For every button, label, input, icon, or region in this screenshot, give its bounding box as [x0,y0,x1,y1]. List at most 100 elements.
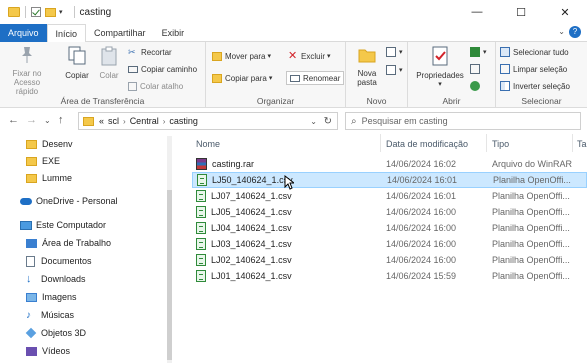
file-name-cell: LJ03_140624_1.csv [196,238,292,250]
nav-item-musicas[interactable]: ♪ Músicas [26,307,74,323]
breadcrumb-overflow[interactable]: « [99,116,104,126]
copy-path-button[interactable]: Copiar caminho [128,63,197,75]
folder-icon [8,7,20,17]
chevron-down-icon[interactable]: ⌄ [310,117,317,126]
breadcrumb-scl[interactable]: scl [108,116,119,126]
copy-to-button[interactable]: Copiar para ▾ [212,72,272,84]
nav-item-area-de-trabalho[interactable]: Área de Trabalho [26,235,111,251]
file-type: Planilha OpenOffi... [492,191,570,201]
breadcrumb-casting[interactable]: casting [169,116,198,126]
tab-exibir[interactable]: Exibir [154,24,193,42]
new-folder-quick-icon[interactable] [45,7,56,17]
back-arrow-icon[interactable]: ← [8,114,19,126]
new-item-button[interactable]: ▾ [386,46,403,58]
column-header-size[interactable]: Ta [577,136,587,152]
chevron-down-icon[interactable]: ⌄ [558,27,565,36]
column-divider[interactable] [572,134,573,152]
pin-quick-access-button[interactable]: Fixar no Acesso rápido [6,46,48,96]
easy-access-icon [386,65,396,75]
window-title: casting [79,6,112,18]
recent-chevron-icon[interactable]: ⌄ [44,116,51,125]
copy-folder-icon [212,73,222,83]
csv-icon [197,174,207,186]
tab-compartilhar[interactable]: Compartilhar [86,24,154,42]
paste-shortcut-button[interactable]: Colar atalho [128,80,183,92]
computer-icon [20,220,32,230]
close-button[interactable]: ✕ [543,0,587,24]
invert-selection-label: Inverter seleção [513,81,570,91]
mouse-cursor-icon [284,175,294,190]
table-row[interactable]: LJ07_140624_1.csv 14/06/2024 16:01 Plani… [192,188,587,204]
file-date: 14/06/2024 16:00 [386,223,457,233]
file-name: LJ03_140624_1.csv [211,239,292,249]
nav-item-downloads[interactable]: ↓ Downloads [26,271,86,287]
rar-icon [196,158,207,170]
table-row[interactable]: casting.rar 14/06/2024 16:02 Arquivo do … [192,156,587,172]
breadcrumb-central[interactable]: Central [130,116,159,126]
nav-item-exe[interactable]: EXE [26,153,60,169]
file-name: LJ01_140624_1.csv [211,271,292,281]
new-folder-button[interactable]: Nova pasta [352,46,382,87]
clear-selection-button[interactable]: Limpar seleção [500,63,567,75]
nav-item-onedrive[interactable]: OneDrive - Personal [20,193,118,209]
maximize-button[interactable]: ☐ [499,0,543,24]
table-row[interactable]: LJ01_140624_1.csv 14/06/2024 15:59 Plani… [192,268,587,284]
table-row[interactable]: LJ04_140624_1.csv 14/06/2024 16:00 Plani… [192,220,587,236]
forward-arrow-icon[interactable]: → [26,114,37,126]
file-name-cell: LJ05_140624_1.csv [196,206,292,218]
column-header-type[interactable]: Tipo [492,136,509,152]
file-list: Nome Data de modificação Tipo Ta casting… [172,132,587,363]
select-all-button[interactable]: Selecionar tudo [500,46,569,58]
copy-button[interactable]: Copiar [62,46,92,80]
help-icon[interactable]: ? [569,26,581,38]
chevron-right-icon[interactable]: › [123,117,126,126]
history-button[interactable] [470,80,483,92]
column-divider[interactable] [486,134,487,152]
rename-button[interactable]: Renomear [286,71,345,85]
file-date: 14/06/2024 16:00 [386,255,457,265]
up-arrow-icon[interactable]: ↑ [58,114,64,126]
chevron-down-icon: ▾ [399,49,403,56]
table-row[interactable]: LJ05_140624_1.csv 14/06/2024 16:00 Plani… [192,204,587,220]
nav-item-documentos[interactable]: Documentos [26,253,92,269]
delete-button[interactable]: ✕ Excluir ▾ [288,50,331,62]
chevron-down-icon: ▾ [268,75,273,82]
table-row[interactable]: LJ50_140624_1.csv 14/06/2024 16:01 Plani… [192,172,587,188]
easy-access-button[interactable]: ▾ [386,64,403,76]
open-button[interactable]: ▾ [470,46,487,58]
refresh-icon[interactable]: ↻ [324,116,332,127]
folder-icon [26,139,37,149]
nav-item-imagens[interactable]: Imagens [26,289,77,305]
search-box[interactable]: ⌕ Pesquisar em casting [345,112,581,130]
cut-button[interactable]: ✂ Recortar [128,46,172,58]
desktop-icon [26,238,37,248]
minimize-button[interactable]: — [455,0,499,24]
address-bar[interactable]: « scl › Central › casting ⌄ ↻ [78,112,338,130]
column-header-date[interactable]: Data de modificação [386,136,468,152]
column-header-name[interactable]: Nome [196,136,220,152]
column-divider[interactable] [380,134,381,152]
paste-button[interactable]: Colar [96,46,122,80]
nav-item-lumme[interactable]: Lumme [26,170,72,186]
pin-icon [22,47,32,63]
nav-item-label: Objetos 3D [41,328,87,338]
chevron-right-icon[interactable]: › [163,117,166,126]
table-row[interactable]: LJ02_140624_1.csv 14/06/2024 16:00 Plani… [192,252,587,268]
nav-item-este-computador[interactable]: Este Computador [20,217,106,233]
chevron-down-icon[interactable]: ▾ [59,8,63,16]
clipboard-group: Fixar no Acesso rápido Copiar Colar ✂ Re… [0,42,206,108]
invert-selection-button[interactable]: Inverter seleção [500,80,570,92]
nav-item-desenv[interactable]: Desenv [26,136,73,152]
search-input[interactable]: Pesquisar em casting [362,116,448,126]
new-folder-label: Nova pasta [357,69,377,87]
nav-item-videos[interactable]: Vídeos [26,343,70,359]
edit-button[interactable] [470,63,483,75]
tab-arquivo[interactable]: Arquivo [0,24,47,42]
file-date: 14/06/2024 16:02 [386,159,457,169]
nav-item-objetos-3d[interactable]: Objetos 3D [25,325,87,341]
table-row[interactable]: LJ03_140624_1.csv 14/06/2024 16:00 Plani… [192,236,587,252]
tab-inicio[interactable]: Início [46,24,87,43]
move-to-button[interactable]: Mover para ▾ [212,50,271,62]
properties-button[interactable]: Propriedades ▾ [412,46,468,89]
properties-quick-icon[interactable] [31,7,41,17]
